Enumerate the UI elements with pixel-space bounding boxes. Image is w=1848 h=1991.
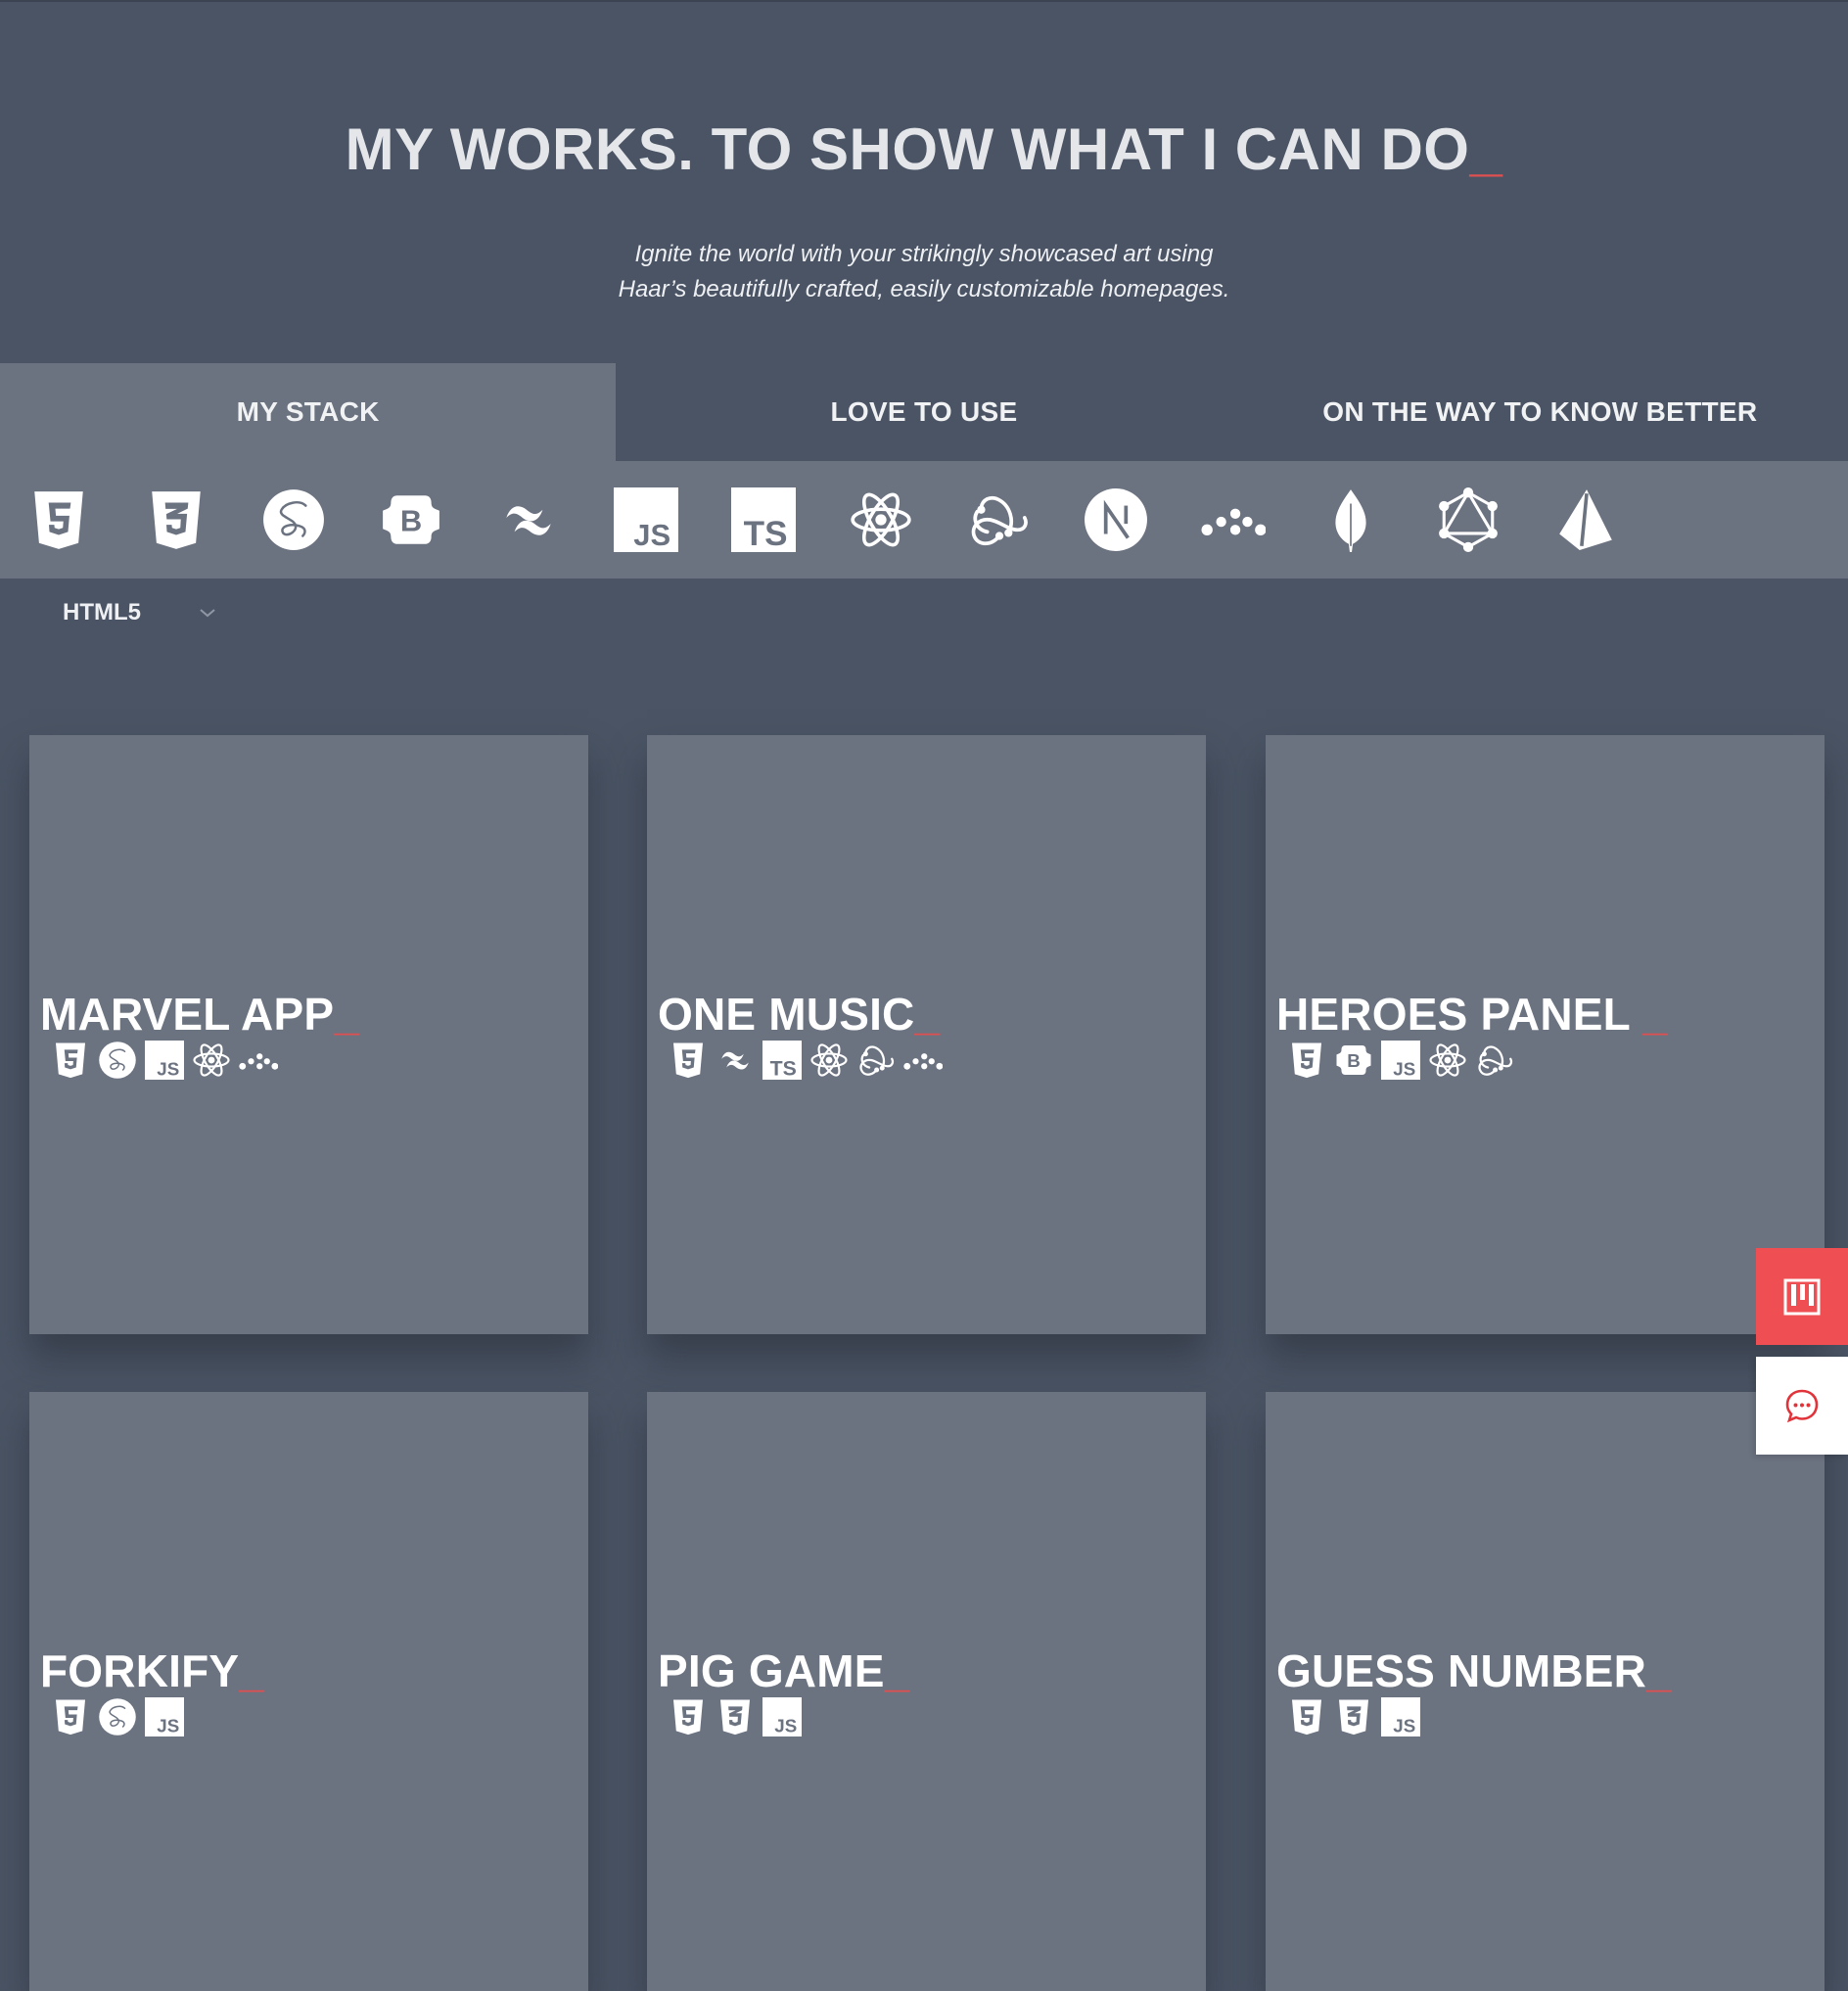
nextjs-icon[interactable]	[1084, 487, 1148, 552]
piano-keys-icon	[1783, 1278, 1821, 1315]
tab-on-the-way[interactable]: ON THE WAY TO KNOW BETTER	[1232, 363, 1848, 461]
javascript-icon: JS	[1381, 1697, 1420, 1736]
css3-icon	[716, 1697, 755, 1736]
project-tech-icons: TS	[669, 1041, 943, 1080]
vite-dots-icon[interactable]	[1201, 487, 1266, 552]
chevron-down-icon	[200, 609, 215, 618]
dropdown-selected-value: HTML5	[63, 599, 141, 625]
html5-icon	[1287, 1697, 1326, 1736]
javascript-icon: JS	[145, 1041, 184, 1080]
project-card[interactable]: ONE MUSIC_ TS	[647, 735, 1206, 1334]
tailwind-icon	[716, 1041, 755, 1080]
tech-filter-dropdown[interactable]: HTML5	[43, 591, 239, 634]
typescript-icon: TS	[762, 1041, 802, 1080]
bootstrap-icon[interactable]: B	[379, 487, 443, 552]
bootstrap-icon: B	[1334, 1041, 1373, 1080]
react-icon	[192, 1041, 231, 1080]
stack-icon-strip: B JS TS	[0, 461, 1848, 579]
project-title: HEROES PANEL _	[1276, 988, 1668, 1041]
side-piano-button[interactable]	[1756, 1248, 1848, 1345]
html5-icon	[51, 1697, 90, 1736]
redux-icon	[856, 1041, 896, 1080]
tailwind-icon[interactable]	[496, 487, 561, 552]
title-cursor: _	[1646, 1645, 1672, 1696]
title-cursor: _	[914, 989, 941, 1040]
project-card[interactable]: GUESS NUMBER_ JS	[1266, 1392, 1825, 1991]
project-tech-icons: JS	[51, 1697, 184, 1736]
title-cursor: _	[1642, 989, 1668, 1040]
top-border	[0, 0, 1848, 2]
title-cursor: _	[884, 1645, 910, 1696]
project-title-text: PIG GAME	[658, 1645, 885, 1696]
sass-icon	[98, 1697, 137, 1736]
svg-text:TS: TS	[770, 1057, 797, 1080]
javascript-icon[interactable]: JS	[614, 487, 678, 552]
tab-love-to-use[interactable]: LOVE TO USE	[616, 363, 1231, 461]
html5-icon	[669, 1041, 708, 1080]
title-cursor: _	[334, 989, 360, 1040]
javascript-icon: JS	[762, 1697, 802, 1736]
javascript-icon: JS	[1381, 1041, 1420, 1080]
svg-text:JS: JS	[1393, 1716, 1415, 1736]
project-card[interactable]: MARVEL APP_ JS	[29, 735, 588, 1334]
project-title-text: FORKIFY	[40, 1645, 240, 1696]
vite-dots-icon	[903, 1041, 943, 1080]
page-subtitle: Ignite the world with your strikingly sh…	[0, 237, 1848, 307]
title-cursor: _	[239, 1645, 265, 1696]
vite-dots-icon	[239, 1041, 278, 1080]
project-title-text: ONE MUSIC	[658, 989, 915, 1040]
project-title: FORKIFY_	[40, 1644, 264, 1697]
project-title: MARVEL APP_	[40, 988, 359, 1041]
project-card[interactable]: FORKIFY_ JS	[29, 1392, 588, 1991]
project-title-text: GUESS NUMBER	[1276, 1645, 1647, 1696]
project-tech-icons: JS	[1287, 1697, 1420, 1736]
svg-text:JS: JS	[157, 1059, 179, 1080]
page-title-text: MY WORKS. TO SHOW WHAT I CAN DO	[345, 116, 1470, 182]
svg-text:JS: JS	[157, 1716, 179, 1736]
svg-text:B: B	[1347, 1050, 1361, 1071]
svg-text:TS: TS	[744, 515, 788, 552]
project-tech-icons: JS	[51, 1041, 278, 1080]
svg-text:JS: JS	[774, 1716, 797, 1736]
stack-tabs: MY STACK LOVE TO USE ON THE WAY TO KNOW …	[0, 363, 1848, 461]
react-icon	[1428, 1041, 1467, 1080]
html5-icon[interactable]	[26, 487, 91, 552]
css3-icon	[1334, 1697, 1373, 1736]
svg-text:JS: JS	[1393, 1059, 1415, 1080]
html5-icon	[1287, 1041, 1326, 1080]
react-icon[interactable]	[849, 487, 913, 552]
html5-icon	[669, 1697, 708, 1736]
title-cursor: _	[1469, 116, 1503, 182]
project-title-text: HEROES PANEL	[1276, 989, 1643, 1040]
project-tech-icons: JS	[669, 1697, 802, 1736]
project-title-text: MARVEL APP	[40, 989, 335, 1040]
mongodb-icon[interactable]	[1318, 487, 1383, 552]
react-icon	[809, 1041, 849, 1080]
chat-bubble-icon	[1785, 1389, 1819, 1423]
typescript-icon[interactable]: TS	[731, 487, 796, 552]
project-tech-icons: B JS	[1287, 1041, 1514, 1080]
graphql-icon[interactable]	[1436, 487, 1501, 552]
redux-icon	[1475, 1041, 1514, 1080]
prisma-icon[interactable]	[1553, 487, 1618, 552]
page-title: MY WORKS. TO SHOW WHAT I CAN DO_	[0, 116, 1848, 183]
tab-my-stack[interactable]: MY STACK	[0, 363, 617, 461]
project-title: ONE MUSIC_	[658, 988, 940, 1041]
sass-icon[interactable]	[261, 487, 326, 552]
svg-text:JS: JS	[633, 518, 670, 552]
sass-icon	[98, 1041, 137, 1080]
project-title: GUESS NUMBER_	[1276, 1644, 1672, 1697]
subtitle-line-2: Haar’s beautifully crafted, easily custo…	[618, 276, 1230, 302]
html5-icon	[51, 1041, 90, 1080]
side-chat-button[interactable]	[1756, 1357, 1848, 1455]
subtitle-line-1: Ignite the world with your strikingly sh…	[634, 241, 1214, 267]
project-card[interactable]: PIG GAME_ JS	[647, 1392, 1206, 1991]
project-card[interactable]: HEROES PANEL _ B JS	[1266, 735, 1825, 1334]
css3-icon[interactable]	[144, 487, 208, 552]
project-title: PIG GAME_	[658, 1644, 909, 1697]
svg-text:B: B	[400, 503, 422, 537]
redux-icon[interactable]	[966, 487, 1031, 552]
javascript-icon: JS	[145, 1697, 184, 1736]
